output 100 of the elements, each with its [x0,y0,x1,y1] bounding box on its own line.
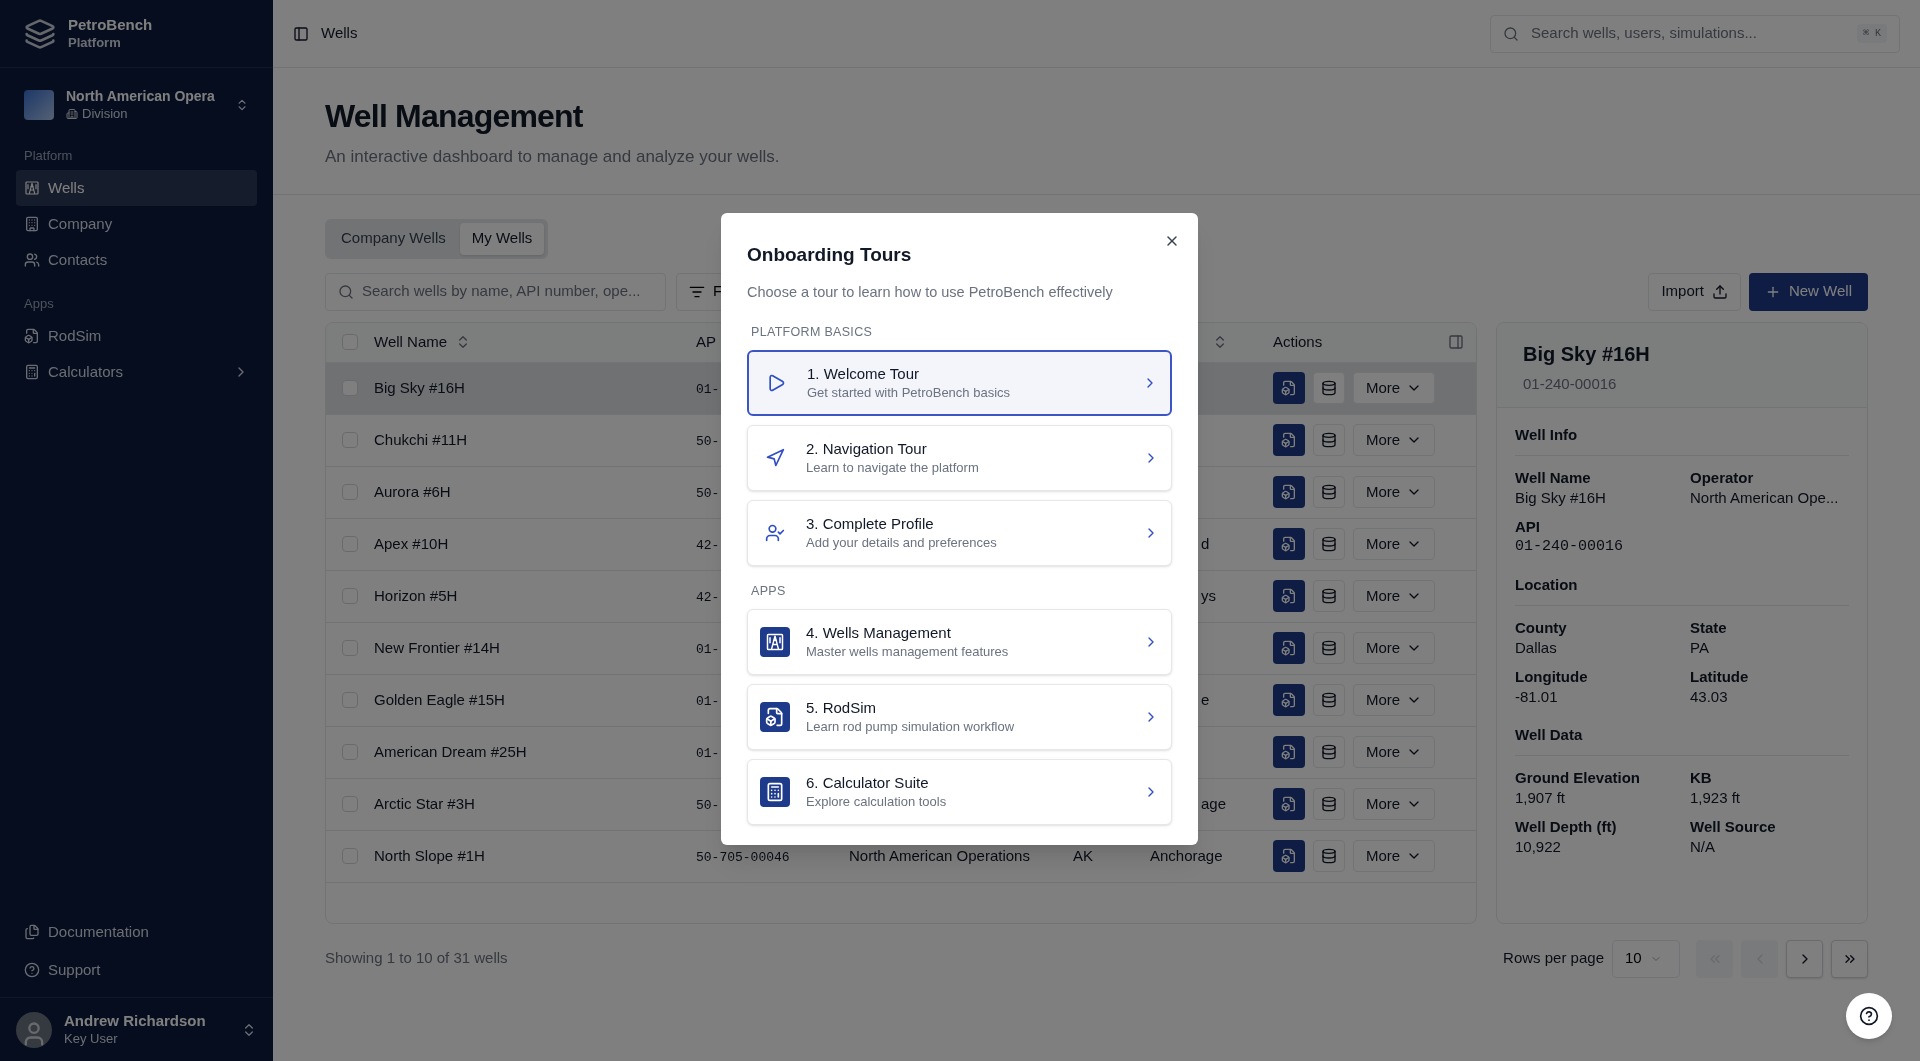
database-button[interactable] [1313,788,1345,820]
more-button[interactable]: More [1353,476,1436,508]
tab[interactable]: My Wells [459,222,545,255]
database-icon [1321,848,1337,864]
table-cell: Anchorage [1150,846,1223,864]
simulation-button[interactable] [1273,632,1305,664]
tour-option[interactable]: 1. Welcome Tour Get started with PetroBench basics [747,350,1172,416]
more-button[interactable]: More [1353,684,1436,716]
search-input[interactable]: Search wells by name, API number, ope... [362,280,653,303]
simulation-button[interactable] [1273,580,1305,612]
simulation-button[interactable] [1273,684,1305,716]
nav-item[interactable]: Company [16,205,257,242]
building-icon [24,215,40,232]
well-search-field[interactable]: Search wells by name, API number, ope... [325,272,666,311]
tour-option[interactable]: 4. Wells Management Master wells management features [747,608,1172,675]
simulation-button[interactable] [1273,424,1305,456]
search-input[interactable]: Search wells, users, simulations... [1531,22,1845,45]
footer-link[interactable]: Support [16,951,257,989]
simulation-button[interactable] [1273,736,1305,768]
organization-name: North American Opera [66,88,216,106]
table-cell: Apex #10H [374,534,449,552]
database-button[interactable] [1313,840,1345,872]
more-button[interactable]: More [1353,528,1436,560]
footer-link[interactable]: Documentation [16,913,257,951]
simulation-button[interactable] [1273,372,1305,404]
user-check-icon [765,523,785,543]
rows-per-page-label: Rows per page [1503,948,1604,969]
file-box-icon [24,327,40,344]
field-label: State [1690,617,1728,638]
field-label: KB [1690,767,1713,788]
database-button[interactable] [1313,476,1345,508]
database-icon [1321,588,1337,604]
database-icon [1321,536,1337,552]
table-cell: Golden Eagle #15H [374,690,505,708]
brand-subtitle: Platform [68,34,122,51]
calculator-icon [24,363,40,380]
more-button[interactable]: More [1353,424,1436,456]
section-title: Well Info [1515,424,1849,456]
user-name: Andrew Richardson [64,1012,206,1031]
field-value: PA [1690,638,1710,659]
tour-option[interactable]: 3. Complete Profile Add your details and preferences [747,500,1172,566]
table-cell: American Dream #25H [374,742,527,760]
nav-item[interactable]: Calculators [16,353,257,390]
column-header[interactable]: AP [696,330,716,354]
database-icon [1321,432,1337,448]
more-button[interactable]: More [1353,788,1436,820]
nav-item[interactable]: Contacts [16,241,257,278]
tour-option[interactable]: 5. RodSim Learn rod pump simulation workflow [747,683,1172,750]
global-search-field[interactable]: Search wells, users, simulations... ⌘ K [1490,14,1900,53]
database-button[interactable] [1313,528,1345,560]
database-button[interactable] [1313,736,1345,768]
new-well-button[interactable]: New Well [1748,272,1868,311]
field-value: 01-240-00016 [1515,537,1625,558]
more-button[interactable]: More [1353,736,1436,768]
file-box-icon [1281,432,1297,448]
file-box-icon [1281,484,1297,500]
file-box-icon [1281,692,1297,708]
more-button[interactable]: More [1353,580,1436,612]
tour-option[interactable]: 6. Calculator Suite Explore calculation tools [747,758,1172,825]
simulation-button[interactable] [1273,788,1305,820]
detail-title: Big Sky #16H [1523,341,1651,367]
table-cell: Aurora #6H [374,482,451,500]
database-button[interactable] [1313,372,1345,404]
tab[interactable]: Company Wells [329,222,458,255]
field-value: 1,923 ft [1690,788,1742,809]
table-cell: 01- [696,381,720,397]
play-icon [766,373,786,393]
column-header: Actions [1273,331,1323,352]
file-box-icon [1281,640,1297,656]
organization-switcher[interactable]: North American Opera Division [16,80,257,130]
help-button[interactable] [1846,993,1892,1039]
table-cell: 01- [696,641,720,657]
table-cell: 50- [696,485,720,501]
table-cell: New Frontier #14H [374,638,500,656]
page-title: Well Management [325,97,584,136]
simulation-button[interactable] [1273,476,1305,508]
file-box-icon [1281,380,1297,396]
simulation-button[interactable] [1273,528,1305,560]
import-button[interactable]: Import [1648,272,1741,311]
tour-option[interactable]: 2. Navigation Tour Learn to navigate the platform [747,425,1172,491]
database-button[interactable] [1313,684,1345,716]
database-button[interactable] [1313,580,1345,612]
more-button[interactable]: More [1353,372,1436,404]
simulation-button[interactable] [1273,840,1305,872]
database-button[interactable] [1313,632,1345,664]
results-summary: Showing 1 to 10 of 31 wells [325,948,508,969]
field-value: 10,922 [1515,837,1562,858]
database-button[interactable] [1313,424,1345,456]
nav-item[interactable]: RodSim [16,317,257,354]
database-icon [1321,796,1337,812]
sidebar-toggle-icon[interactable] [293,25,309,42]
panel-toggle-icon[interactable] [1448,334,1464,350]
last-page-button[interactable] [1831,939,1868,978]
table-cell: 42- [696,589,720,605]
column-header[interactable]: Well Name [374,330,472,354]
field-label: Well Name [1515,467,1592,488]
field-value: N/A [1690,837,1716,858]
rows-per-page-select[interactable]: 10 [1612,939,1680,978]
more-button[interactable]: More [1353,632,1436,664]
more-button[interactable]: More [1353,840,1436,872]
